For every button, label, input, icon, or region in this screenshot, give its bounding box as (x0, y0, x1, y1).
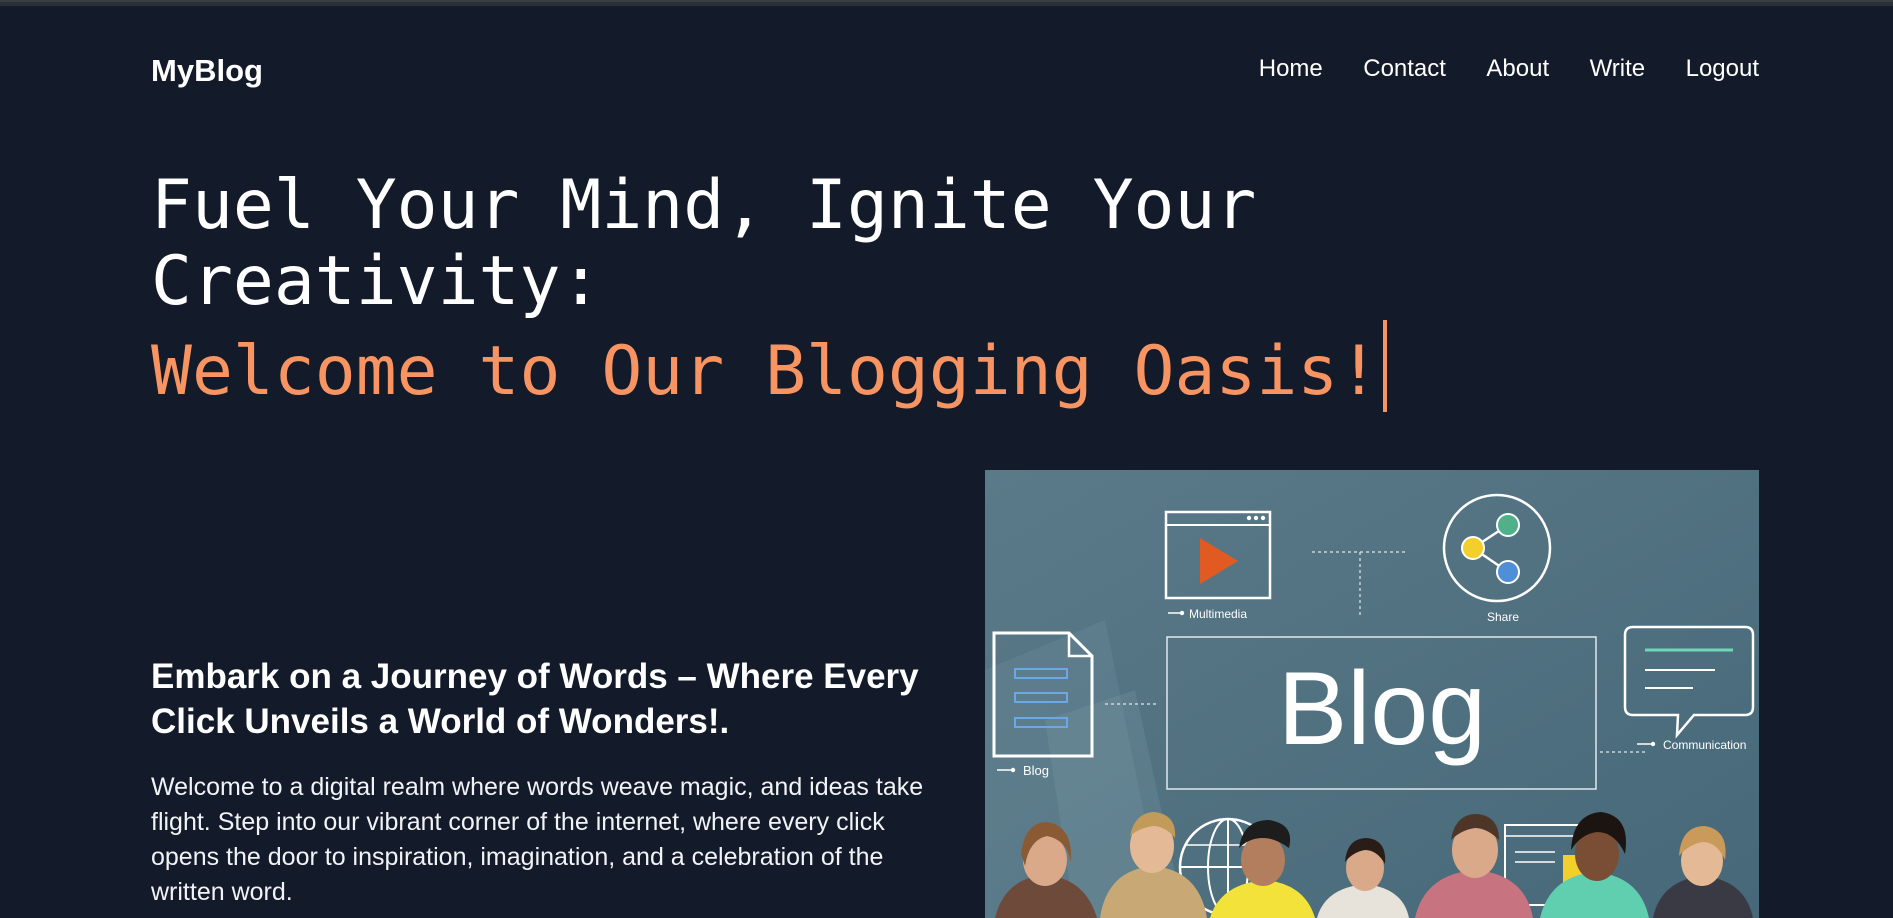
main-nav: Home Contact About Write Logout (1223, 55, 1759, 83)
intro-heading: Embark on a Journey of Words – Where Eve… (151, 657, 919, 741)
communication-label: Communication (1663, 738, 1746, 752)
hero-line-1: Fuel Your Mind, Ignite Your (151, 166, 1257, 245)
window-top-edge (0, 0, 1893, 6)
blog-banner-illustration: Multimedia Share Blog Blog Communication (985, 470, 1759, 918)
intro-paragraph: Welcome to a digital realm where words w… (151, 773, 924, 906)
site-logo[interactable]: MyBlog (151, 53, 263, 89)
nav-home-link[interactable]: Home (1259, 55, 1323, 83)
blog-banner-image: Multimedia Share Blog Blog Communication (985, 470, 1759, 918)
intro-section: Embark on a Journey of Words – Where Eve… (151, 654, 931, 910)
nav-write-link[interactable]: Write (1590, 55, 1646, 83)
hero-typed-line: Welcome to Our Blogging Oasis! (151, 332, 1380, 411)
site-header: MyBlog Home Contact About Write Logout (151, 50, 1759, 90)
hero-heading: Fuel Your Mind, Ignite Your Creativity: … (151, 168, 1771, 412)
hero-line-2: Creativity: (151, 242, 602, 321)
nav-logout-link[interactable]: Logout (1686, 55, 1759, 83)
share-label: Share (1487, 610, 1519, 624)
nav-contact-link[interactable]: Contact (1363, 55, 1446, 83)
multimedia-label: Multimedia (1189, 607, 1247, 621)
blog-doc-label: Blog (1023, 763, 1049, 778)
nav-about-link[interactable]: About (1486, 55, 1549, 83)
blog-title-text: Blog (1278, 651, 1486, 767)
typing-cursor (1383, 320, 1388, 412)
